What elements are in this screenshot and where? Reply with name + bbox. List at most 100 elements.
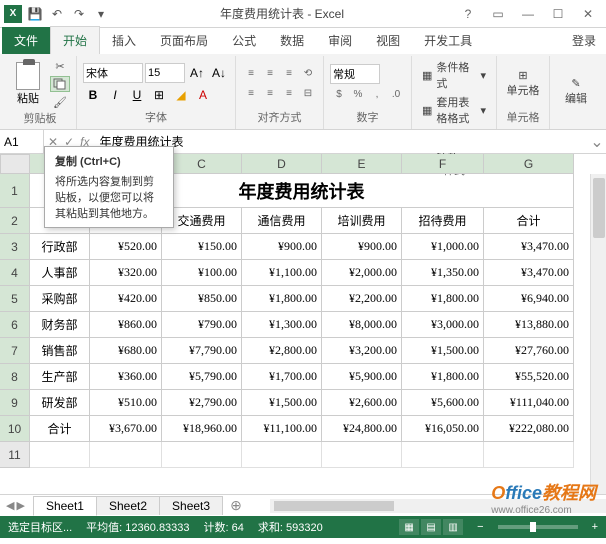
fill-color-button[interactable]: ◢ — [171, 85, 191, 105]
redo-icon[interactable]: ↷ — [70, 5, 88, 23]
underline-button[interactable]: U — [127, 85, 147, 105]
paste-button[interactable]: 粘贴 — [10, 59, 46, 109]
data-cell[interactable]: 人事部 — [30, 260, 90, 286]
data-cell[interactable]: 生产部 — [30, 364, 90, 390]
data-cell[interactable]: ¥900.00 — [322, 234, 402, 260]
tab-data[interactable]: 数据 — [268, 27, 316, 54]
login-link[interactable]: 登录 — [562, 27, 606, 54]
close-button[interactable]: ✕ — [574, 4, 602, 24]
data-cell[interactable]: ¥790.00 — [162, 312, 242, 338]
hscroll-thumb[interactable] — [274, 501, 394, 511]
align-middle-button[interactable]: ≡ — [261, 65, 279, 83]
data-cell[interactable]: ¥420.00 — [90, 286, 162, 312]
data-cell[interactable]: ¥8,000.00 — [322, 312, 402, 338]
data-cell[interactable]: 销售部 — [30, 338, 90, 364]
conditional-format-button[interactable]: ▦条件格式▾ — [418, 58, 490, 92]
currency-button[interactable]: $ — [330, 86, 348, 104]
tab-formulas[interactable]: 公式 — [220, 27, 268, 54]
tab-layout[interactable]: 页面布局 — [148, 27, 220, 54]
align-bottom-button[interactable]: ≡ — [280, 65, 298, 83]
row-header[interactable]: 5 — [0, 286, 30, 312]
normal-view-button[interactable]: ▦ — [399, 519, 419, 535]
data-cell[interactable]: ¥1,100.00 — [242, 260, 322, 286]
select-all-corner[interactable] — [0, 154, 30, 174]
data-cell[interactable]: ¥16,050.00 — [402, 416, 484, 442]
data-cell[interactable]: ¥1,300.00 — [242, 312, 322, 338]
table-format-button[interactable]: ▦套用表格格式▾ — [418, 93, 490, 127]
copy-button[interactable] — [50, 76, 70, 92]
row-header[interactable]: 1 — [0, 174, 30, 208]
data-cell[interactable]: ¥2,000.00 — [322, 260, 402, 286]
data-cell[interactable]: ¥2,200.00 — [322, 286, 402, 312]
data-cell[interactable]: ¥27,760.00 — [484, 338, 574, 364]
data-cell[interactable]: ¥11,100.00 — [242, 416, 322, 442]
expand-formula-icon[interactable]: ⌄ — [588, 132, 606, 152]
tab-developer[interactable]: 开发工具 — [412, 27, 484, 54]
data-cell[interactable]: 合计 — [30, 416, 90, 442]
border-button[interactable]: ⊞ — [149, 85, 169, 105]
data-cell[interactable]: ¥111,040.00 — [484, 390, 574, 416]
add-sheet-button[interactable]: ⊕ — [222, 497, 250, 514]
zoom-in-button[interactable]: + — [592, 521, 598, 533]
empty-cell[interactable] — [30, 442, 90, 468]
sheet-nav-prev-icon[interactable]: ◀ — [6, 499, 14, 512]
row-header[interactable]: 4 — [0, 260, 30, 286]
empty-cell[interactable] — [90, 442, 162, 468]
data-cell[interactable]: ¥222,080.00 — [484, 416, 574, 442]
name-box[interactable]: A1 — [0, 130, 44, 153]
data-cell[interactable]: ¥850.00 — [162, 286, 242, 312]
column-header[interactable]: G — [484, 154, 574, 174]
sheet-nav-next-icon[interactable]: ▶ — [16, 499, 24, 512]
zoom-thumb[interactable] — [530, 522, 536, 532]
undo-icon[interactable]: ↶ — [48, 5, 66, 23]
horizontal-scrollbar[interactable] — [270, 499, 606, 513]
data-cell[interactable]: ¥3,470.00 — [484, 260, 574, 286]
align-top-button[interactable]: ≡ — [242, 65, 260, 83]
data-cell[interactable]: ¥360.00 — [90, 364, 162, 390]
data-cell[interactable]: ¥1,800.00 — [242, 286, 322, 312]
page-layout-view-button[interactable]: ▤ — [421, 519, 441, 535]
data-cell[interactable]: ¥3,000.00 — [402, 312, 484, 338]
row-header[interactable]: 9 — [0, 390, 30, 416]
data-cell[interactable]: ¥6,940.00 — [484, 286, 574, 312]
data-cell[interactable]: 行政部 — [30, 234, 90, 260]
qat-dropdown-icon[interactable]: ▾ — [92, 5, 110, 23]
zoom-slider[interactable] — [498, 525, 578, 529]
row-header[interactable]: 11 — [0, 442, 30, 468]
shrink-font-button[interactable]: A↓ — [209, 63, 229, 83]
data-cell[interactable]: ¥150.00 — [162, 234, 242, 260]
font-color-button[interactable]: A — [193, 85, 213, 105]
data-cell[interactable]: ¥5,900.00 — [322, 364, 402, 390]
header-cell[interactable]: 招待费用 — [402, 208, 484, 234]
data-cell[interactable]: ¥1,500.00 — [242, 390, 322, 416]
maximize-button[interactable]: ☐ — [544, 4, 572, 24]
data-cell[interactable]: ¥520.00 — [90, 234, 162, 260]
data-cell[interactable]: ¥3,670.00 — [90, 416, 162, 442]
header-cell[interactable]: 交通费用 — [162, 208, 242, 234]
data-cell[interactable]: ¥3,470.00 — [484, 234, 574, 260]
italic-button[interactable]: I — [105, 85, 125, 105]
align-left-button[interactable]: ≡ — [242, 85, 260, 103]
row-header[interactable]: 3 — [0, 234, 30, 260]
data-cell[interactable]: ¥7,790.00 — [162, 338, 242, 364]
font-size-select[interactable] — [145, 63, 185, 83]
header-cell[interactable]: 合计 — [484, 208, 574, 234]
empty-cell[interactable] — [402, 442, 484, 468]
page-break-view-button[interactable]: ▥ — [443, 519, 463, 535]
data-cell[interactable]: ¥510.00 — [90, 390, 162, 416]
tab-insert[interactable]: 插入 — [100, 27, 148, 54]
data-cell[interactable]: 采购部 — [30, 286, 90, 312]
sheet-tab-2[interactable]: Sheet2 — [96, 496, 160, 515]
data-cell[interactable]: 研发部 — [30, 390, 90, 416]
data-cell[interactable]: ¥680.00 — [90, 338, 162, 364]
vertical-scrollbar[interactable] — [590, 174, 606, 494]
percent-button[interactable]: % — [349, 86, 367, 104]
empty-cell[interactable] — [484, 442, 574, 468]
format-painter-button[interactable]: 🖌 — [50, 94, 70, 110]
cells-button[interactable]: ⊞ 单元格 — [503, 69, 543, 98]
data-cell[interactable]: ¥5,790.00 — [162, 364, 242, 390]
vscroll-thumb[interactable] — [593, 178, 605, 238]
data-cell[interactable]: ¥100.00 — [162, 260, 242, 286]
data-cell[interactable]: ¥18,960.00 — [162, 416, 242, 442]
align-right-button[interactable]: ≡ — [280, 85, 298, 103]
